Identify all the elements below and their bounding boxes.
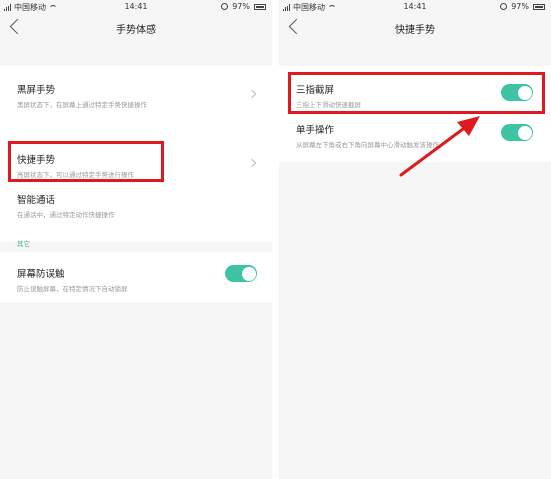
chevron-right-icon — [247, 89, 257, 99]
item-title: 黑屏手势 — [17, 85, 56, 96]
section-header-other: 其它 — [17, 240, 30, 248]
red-arrow-annotation — [399, 116, 480, 177]
panel-divider — [272, 0, 279, 479]
item-subtitle: 在通话中，通过特定动作快捷操作 — [17, 211, 115, 219]
other-list: 屏幕防误触 防止误触屏幕，在特定情况下自动锁屏 — [0, 252, 272, 302]
chevron-right-icon — [247, 158, 257, 168]
anti-mistouch-toggle[interactable] — [225, 265, 257, 282]
item-subtitle: 黑屏状态下，在屏幕上通过特定手势快捷操作 — [17, 101, 147, 109]
item-subtitle: 防止误触屏幕，在特定情况下自动锁屏 — [17, 285, 128, 293]
alarm-icon — [221, 3, 229, 10]
item-title: 屏幕防误触 — [17, 269, 65, 280]
item-title: 智能通话 — [17, 195, 56, 206]
list-item-smart-call[interactable]: 智能通话 在通话中，通过特定动作快捷操作 — [17, 192, 115, 219]
toggle-knob — [241, 266, 256, 281]
left-phone-screen: 中国移动 14:41 97% 手势体感 黑屏手势 黑屏状态下，在屏幕上通过特定手… — [0, 0, 272, 479]
page-title: 手势体感 — [116, 25, 156, 36]
battery-percent: 97% — [232, 2, 250, 11]
status-bar: 中国移动 14:41 97% — [0, 0, 272, 14]
nav-bar: 手势体感 — [0, 14, 272, 40]
right-phone-screen: 中国移动 14:41 97% 快捷手势 三指截屏 三指上下滑动快速截屏 单手操作… — [279, 0, 551, 479]
battery-icon — [254, 3, 266, 10]
list-item-anti-mistouch[interactable]: 屏幕防误触 防止误触屏幕，在特定情况下自动锁屏 — [17, 266, 128, 293]
highlight-box-quick-gesture — [8, 141, 164, 182]
list-item-black-screen-gesture[interactable]: 黑屏手势 黑屏状态下，在屏幕上通过特定手势快捷操作 — [17, 82, 147, 109]
